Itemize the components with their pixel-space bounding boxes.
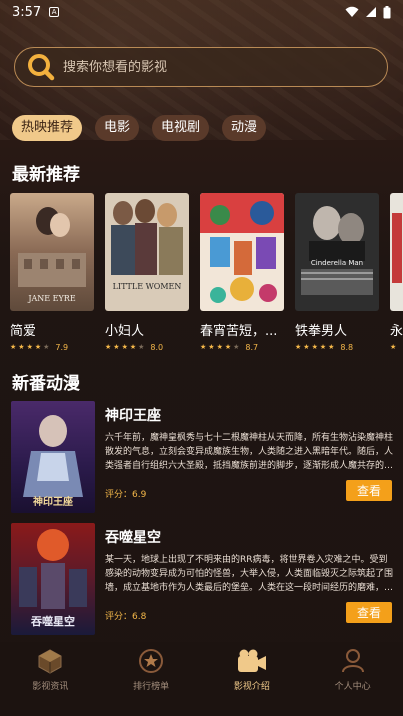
poster-title-text: 吞噬星空 [31,614,75,628]
movie-poster[interactable]: Cinderella Man [295,193,379,311]
wifi-icon [345,6,359,17]
movie-title: 小妇人 [105,324,145,339]
section-title-anime: 新番动漫 [12,374,80,394]
movie-score: 8.0 [150,342,164,352]
star-icon: ★ [328,343,335,351]
star-icon: ★ [113,343,120,351]
tab-news[interactable]: 影视资讯 [0,642,101,716]
star-icon: ★ [319,343,327,351]
section-title-latest: 最新推荐 [12,165,80,185]
category-tabs: 热映推荐 电影 电视剧 动漫 [12,115,267,141]
star-icon: ★ [105,343,112,351]
star-icon: ★ [224,343,232,351]
tab-label: 个人中心 [334,682,371,692]
movie-poster[interactable]: LITTLE WOMEN [105,193,189,311]
poster-title-text: 神印王座 [33,495,73,508]
star-icon: ★ [303,343,310,351]
star-icon: ★ [311,343,318,351]
app-root: 3:57 A 热映推荐 电影 电视剧 动漫 最新推荐 [0,0,403,716]
star-icon: ★ [43,343,50,351]
view-button[interactable]: 查看 [346,480,392,501]
status-time: 3:57 [12,4,42,20]
movie-score: 8.8 [340,342,354,352]
poster-title-text: Cinderella Man [311,259,363,267]
star-icon: ★ [34,343,42,351]
video-camera-icon [237,649,266,672]
star-icon: ★ [138,343,145,351]
star-icon: ★ [121,343,128,351]
anime-score: 评分：6.8 [105,612,147,622]
movie-card[interactable]: Cinderella Man 铁拳男人 ★ ★ ★ ★ ★ 8.8 [295,193,379,352]
status-bar: 3:57 A [0,0,403,24]
anime-item[interactable]: 神印王座 神印王座 六千年前，魔神皇枫秀与七十二根魔神柱从天而降，所有生物沾染魔… [11,401,393,513]
category-anime[interactable]: 动漫 [222,115,267,141]
cube-icon [38,649,62,674]
movie-card[interactable]: 春宵苦短，... ★ ★ ★ ★ ★ 8.7 [200,193,284,352]
anime-item[interactable]: 吞噬星空 吞噬星空 某一天，地球上出现了不明来由的RR病毒，将世界卷入灾难之中。… [11,523,393,635]
star-icon: ★ [18,343,25,351]
search-icon[interactable] [27,53,55,81]
sim-card-icon: A [49,7,60,17]
anime-poster[interactable]: 神印王座 [11,401,95,513]
star-icon: ★ [295,343,302,351]
tab-label: 排行榜单 [133,682,170,692]
anime-title: 吞噬星空 [105,530,161,546]
category-movie[interactable]: 电影 [95,115,140,141]
anime-title: 神印王座 [105,408,161,424]
poster-title-text: JANE EYRE [27,294,76,303]
anime-poster[interactable]: 吞噬星空 [11,523,95,635]
poster-title-text: LITTLE WOMEN [113,282,182,291]
movie-poster[interactable] [390,193,403,311]
anime-score: 评分：6.9 [105,490,147,500]
movie-card[interactable]: JANE EYRE 简爱 ★ ★ ★ ★ ★ 7.9 [10,193,94,352]
star-icon: ★ [129,343,137,351]
anime-description: 六千年前，魔神皇枫秀与七十二根魔神柱从天而降，所有生物沾染魔神柱散发的气息，立刻… [105,433,393,471]
signal-icon [366,7,376,17]
view-button[interactable]: 查看 [346,602,392,623]
tab-video-intro[interactable]: 影视介绍 [202,642,303,716]
star-icon: ★ [26,343,33,351]
movie-title: 铁拳男人 [295,324,348,339]
latest-carousel[interactable]: JANE EYRE 简爱 ★ ★ ★ ★ ★ 7.9 LITTLE WOMEN … [10,193,403,352]
rating: ★ ★ ★ ★ ★ 8.7 [200,342,284,352]
user-icon [341,649,364,673]
star-icon: ★ [10,343,17,351]
anime-list: 神印王座 神印王座 六千年前，魔神皇枫秀与七十二根魔神柱从天而降，所有生物沾染魔… [11,401,393,645]
movie-score: 8.7 [245,342,259,352]
rating: ★ ★ ★ ★ ★ 8.8 [295,342,379,352]
tab-label: 影视资讯 [32,682,69,692]
movie-title: 春宵苦短，... [200,324,278,339]
tab-label: 影视介绍 [233,682,270,692]
movie-title: 简爱 [10,324,37,339]
rating: ★ ★ ★ ★ ★ 7.9 [10,342,94,352]
movie-card[interactable]: 永 ★ [390,193,403,352]
star-icon: ★ [390,343,397,351]
movie-title: 永 [390,324,403,339]
movie-poster[interactable] [200,193,284,311]
star-icon: ★ [216,343,223,351]
search-input[interactable] [63,59,343,75]
ranking-icon [139,649,164,673]
tab-ranking[interactable]: 排行榜单 [101,642,202,716]
search-bar[interactable] [14,47,388,87]
star-icon: ★ [200,343,207,351]
rating: ★ ★ ★ ★ ★ 8.0 [105,342,189,352]
rating: ★ [390,342,403,352]
bottom-tab-bar: 影视资讯 排行榜单 影视介绍 个人中心 [0,642,403,716]
tab-profile[interactable]: 个人中心 [302,642,403,716]
category-tv[interactable]: 电视剧 [152,115,210,141]
battery-icon [383,5,391,18]
star-icon: ★ [233,343,240,351]
movie-card[interactable]: LITTLE WOMEN 小妇人 ★ ★ ★ ★ ★ 8.0 [105,193,189,352]
category-hot[interactable]: 热映推荐 [12,115,83,141]
star-icon: ★ [208,343,215,351]
anime-description: 某一天，地球上出现了不明来由的RR病毒，将世界卷入灾难之中。受到感染的动物变异成… [105,555,393,593]
movie-poster[interactable]: JANE EYRE [10,193,94,311]
movie-score: 7.9 [55,342,69,352]
